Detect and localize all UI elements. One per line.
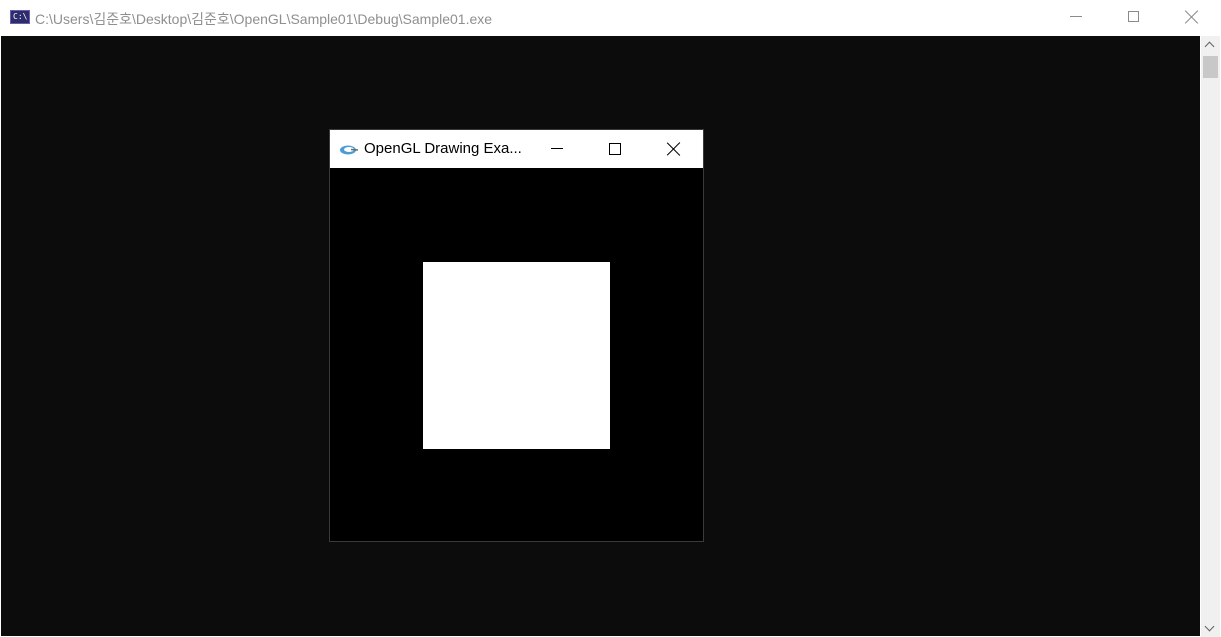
opengl-app-icon[interactable] [339,141,359,155]
close-icon [1185,10,1199,24]
console-app-icon[interactable]: C:\ [10,10,30,24]
console-maximize-button[interactable] [1105,0,1163,34]
console-vertical-scrollbar[interactable] [1201,36,1220,637]
opengl-canvas[interactable] [330,168,703,541]
maximize-icon [609,143,621,155]
white-square [423,262,610,449]
opengl-window-title: OpenGL Drawing Exa... [364,140,522,157]
console-window-title: C:\Users\김준호\Desktop\김준호\OpenGL\Sample01… [35,11,493,27]
scroll-down-arrow-icon[interactable] [1201,620,1220,637]
minimize-icon [551,148,563,149]
console-close-button[interactable] [1163,0,1221,34]
minimize-icon [1070,16,1082,17]
console-titlebar[interactable]: C:\ C:\Users\김준호\Desktop\김준호\OpenGL\Samp… [0,0,1221,36]
opengl-maximize-button[interactable] [586,130,644,168]
opengl-minimize-button[interactable] [528,130,586,168]
opengl-titlebar[interactable]: OpenGL Drawing Exa... [330,130,703,168]
console-minimize-button[interactable] [1047,0,1105,34]
opengl-close-button[interactable] [645,130,703,168]
console-app-icon-label: C:\ [13,12,28,21]
maximize-icon [1128,11,1139,22]
scroll-up-arrow-icon[interactable] [1201,36,1220,53]
close-icon [667,142,681,156]
scrollbar-thumb[interactable] [1203,56,1218,78]
opengl-window: OpenGL Drawing Exa... [329,129,704,542]
